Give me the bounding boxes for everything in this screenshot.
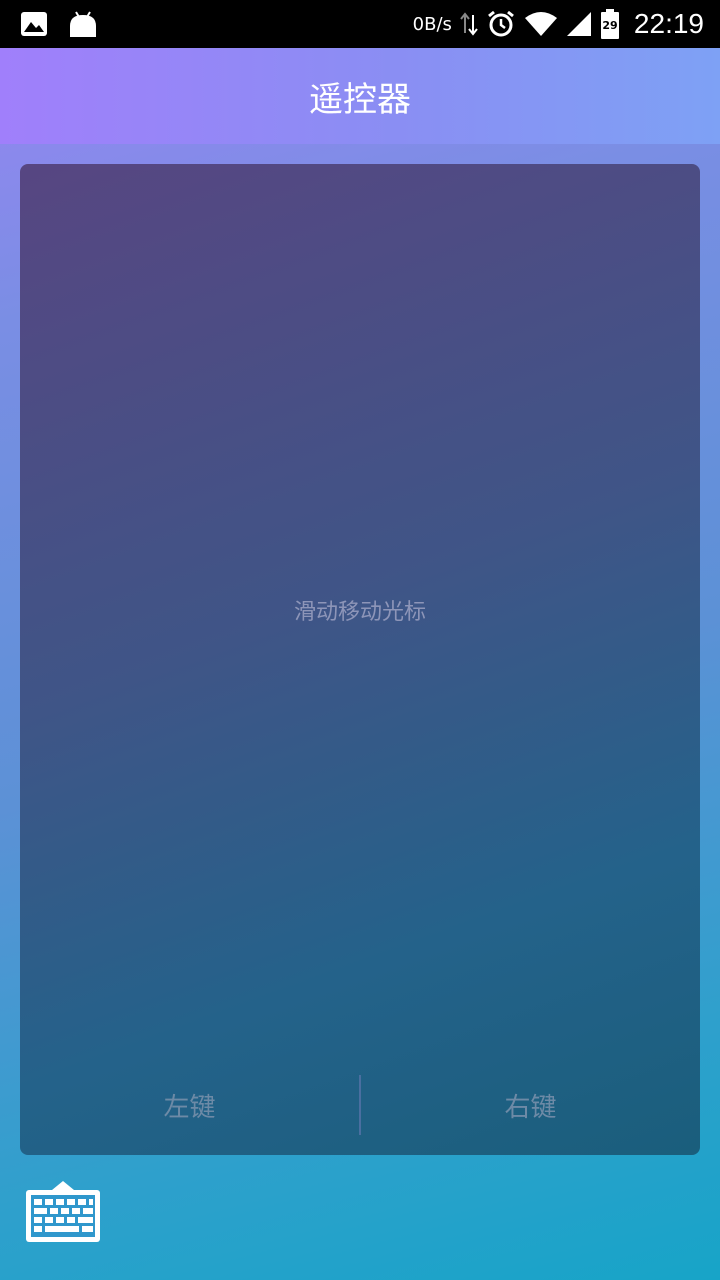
image-icon bbox=[21, 12, 47, 36]
status-bar: 0B/s 29 22:19 bbox=[0, 0, 720, 48]
left-click-button[interactable]: 左键 bbox=[20, 1055, 359, 1155]
keyboard-icon bbox=[26, 1181, 100, 1242]
data-transfer-icon bbox=[460, 12, 478, 36]
battery-level: 29 bbox=[602, 19, 617, 32]
keyboard-button[interactable] bbox=[24, 1180, 102, 1244]
alarm-icon bbox=[487, 10, 514, 37]
android-icon bbox=[70, 11, 96, 37]
touchpad-area[interactable]: 滑动移动光标 左键 右键 bbox=[20, 164, 700, 1155]
wifi-icon bbox=[524, 12, 557, 36]
right-click-button[interactable]: 右键 bbox=[361, 1055, 700, 1155]
signal-icon bbox=[566, 12, 591, 36]
battery-icon: 29 bbox=[600, 9, 619, 39]
app-bar: 遥控器 bbox=[0, 48, 720, 144]
mouse-button-row: 左键 右键 bbox=[20, 1055, 700, 1155]
touchpad-hint: 滑动移动光标 bbox=[293, 600, 426, 625]
page-title: 遥控器 bbox=[309, 79, 411, 120]
net-speed: 0B/s bbox=[412, 13, 452, 35]
clock: 22:19 bbox=[633, 8, 704, 39]
